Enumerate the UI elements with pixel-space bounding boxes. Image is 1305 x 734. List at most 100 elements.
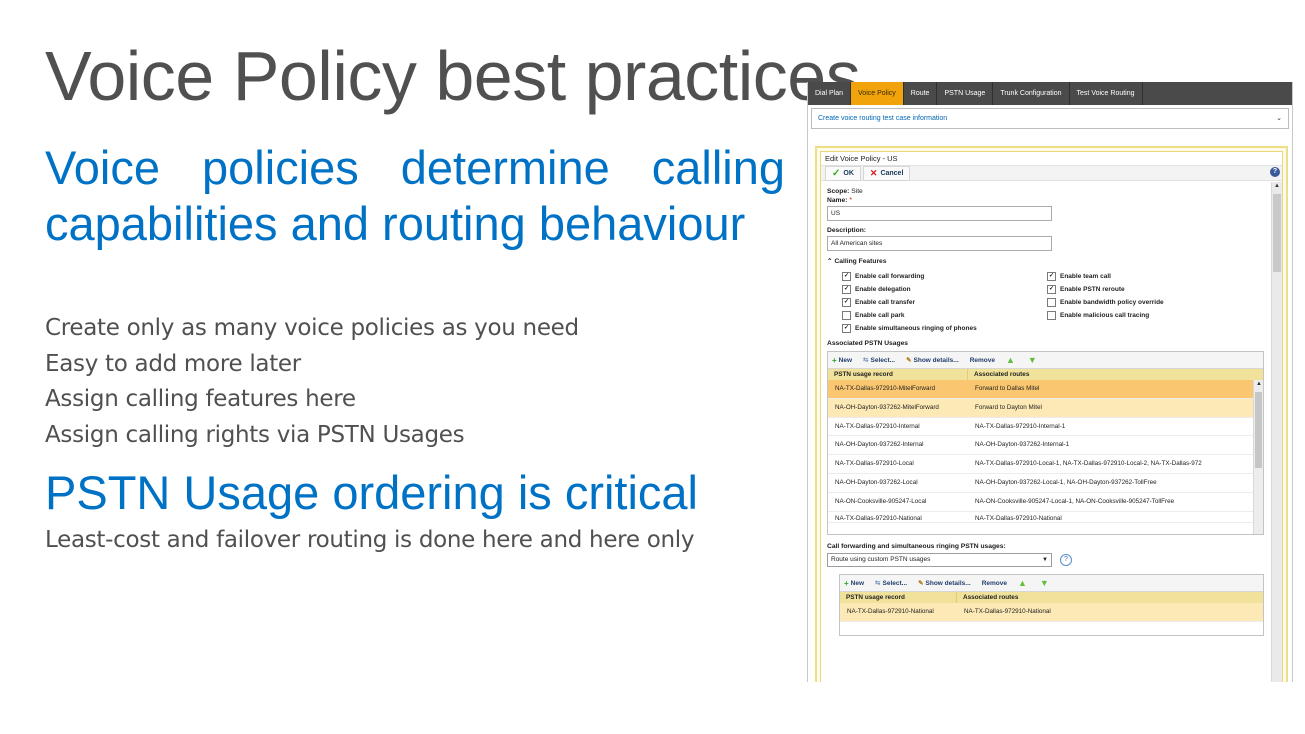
table-row[interactable]: NA-ON-Cooksville-905247-Local NA-ON-Cooks… [828,493,1253,512]
column-header-usage[interactable]: PSTN usage record [828,369,968,380]
table-row[interactable]: NA-TX-Dallas-972910-MitelForward Forward … [828,380,1253,399]
feature-call-transfer[interactable]: ✓ Enable call transfer [842,298,1047,307]
plus-icon: + [844,578,849,588]
checkbox-checked[interactable]: ✓ [1047,272,1056,281]
feature-team-call[interactable]: ✓ Enable team call [1047,272,1247,281]
test-case-selector[interactable]: Create voice routing test case informati… [811,108,1289,129]
show-details-label: Show details... [913,356,959,364]
tab-pstn-usage[interactable]: PSTN Usage [937,82,994,105]
table-row[interactable]: NA-TX-Dallas-972910-Local NA-TX-Dallas-97… [828,455,1253,474]
tab-test-voice-routing[interactable]: Test Voice Routing [1070,82,1143,105]
table-row[interactable]: NA-OH-Dayton-937262-Local NA-OH-Dayton-93… [828,474,1253,493]
move-up-icon[interactable]: ▲ [1018,578,1027,588]
checkbox-checked[interactable]: ✓ [1047,285,1056,294]
select-button[interactable]: ⇆ Select... [863,356,895,365]
tab-voice-policy[interactable]: Voice Policy [851,82,904,105]
checkbox-unchecked[interactable] [1047,298,1056,307]
cell-usage: NA-OH-Dayton-937262-MitelForward [835,403,939,411]
column-header-routes[interactable]: Associated routes [957,592,1263,603]
forwarding-grid-header: PSTN usage record Associated routes [840,592,1263,603]
close-icon: ✕ [869,167,878,178]
feature-bandwidth-override[interactable]: Enable bandwidth policy override [1047,298,1247,307]
cell-usage: NA-TX-Dallas-972910-Internal [835,422,920,430]
checkbox-checked[interactable]: ✓ [842,298,851,307]
new-button[interactable]: + New [832,356,852,365]
cell-usage: NA-TX-Dallas-972910-Local [835,460,914,468]
move-down-icon[interactable]: ▼ [1040,578,1049,588]
help-icon[interactable]: ? [1059,554,1072,566]
feature-label: Enable delegation [855,286,911,293]
ok-button-label: OK [843,169,854,177]
cell-usage: NA-TX-Dallas-972910-National [835,514,922,522]
feature-label: Enable call forwarding [855,273,925,280]
cell-routes: NA-TX-Dallas-972910-Local-1, NA-TX-Dalla… [975,460,1202,468]
scrollbar-thumb[interactable] [1255,392,1262,468]
feature-pstn-reroute[interactable]: ✓ Enable PSTN reroute [1047,285,1247,294]
column-header-usage[interactable]: PSTN usage record [840,592,957,603]
associated-usages-grid: + New ⇆ Select... ✎ Show details... Remove … [827,351,1264,535]
bullet-item: Easy to add more later [45,350,301,377]
chevron-down-icon: ⌄ [1276,115,1282,122]
voice-routing-tabs: Dial Plan Voice Policy Route PSTN Usage … [808,82,1292,105]
table-row[interactable]: NA-OH-Dayton-937262-Internal NA-OH-Dayton… [828,436,1253,456]
feature-delegation[interactable]: ✓ Enable delegation [842,285,1047,294]
move-up-icon[interactable]: ▲ [1006,355,1015,365]
new-button-label: New [838,356,853,364]
table-row[interactable]: NA-TX-Dallas-972910-National NA-TX-Dallas… [840,603,1263,622]
table-row[interactable]: NA-OH-Dayton-937262-MitelForward Forward … [828,398,1253,418]
remove-button[interactable]: Remove [982,580,1007,587]
edit-title: Edit Voice Policy - US [821,152,1282,165]
usages-scrollbar[interactable]: ▲ [1253,380,1263,534]
forwarding-toolbar: + New ⇆ Select... ✎ Show details... Remove … [840,575,1263,592]
cell-routes: Forward to Dayton Mitel [975,403,1042,411]
checkbox-unchecked[interactable] [1047,311,1056,320]
name-field[interactable]: US [827,206,1052,221]
show-details-button[interactable]: ✎ Show details... [906,356,959,365]
feature-malicious-call-tracing[interactable]: Enable malicious call tracing [1047,311,1247,320]
table-row[interactable]: NA-TX-Dallas-972910-Internal NA-TX-Dallas… [828,418,1253,437]
edit-voice-policy-frame: Edit Voice Policy - US ✓ OK ✕ Cancel ? S… [815,146,1288,682]
checkbox-unchecked[interactable] [842,311,851,320]
checkbox-checked[interactable]: ✓ [842,285,851,294]
remove-button[interactable]: Remove [970,357,995,364]
form-scrollbar[interactable]: ▲ [1271,182,1282,682]
forwarding-usages-dropdown[interactable]: Route using custom PSTN usages ▼ [827,553,1052,567]
checkbox-checked[interactable]: ✓ [842,324,851,333]
table-row[interactable]: NA-TX-Dallas-972910-National NA-TX-Dallas… [828,512,1253,523]
ok-button[interactable]: ✓ OK [825,165,861,181]
cell-routes: NA-OH-Dayton-937262-Internal-1 [975,441,1070,449]
cancel-button[interactable]: ✕ Cancel [862,165,911,181]
voice-routing-panel: Dial Plan Voice Policy Route PSTN Usage … [807,82,1293,682]
cancel-button-label: Cancel [880,169,904,177]
pencil-icon: ✎ [918,580,924,587]
calling-features-header[interactable]: ⌃ Calling Features [827,257,1264,265]
feature-call-forwarding[interactable]: ✓ Enable call forwarding [842,272,1047,281]
scroll-up-icon[interactable]: ▲ [1274,183,1280,189]
feature-label: Enable malicious call tracing [1060,312,1150,319]
new-button[interactable]: + New [844,579,864,588]
heading-voice-policies: Voice policies determine calling capabil… [45,141,785,250]
show-details-button[interactable]: ✎ Show details... [918,579,971,588]
forwarding-dropdown-value: Route using custom PSTN usages [831,556,931,563]
checkbox-checked[interactable]: ✓ [842,272,851,281]
chevron-up-icon: ⌃ [827,258,833,265]
scrollbar-thumb[interactable] [1273,194,1281,272]
feature-simultaneous-ringing[interactable]: ✓ Enable simultaneous ringing of phones [842,324,1047,333]
tab-trunk-configuration[interactable]: Trunk Configuration [993,82,1070,105]
help-icon[interactable]: ? [1270,167,1280,177]
feature-label: Enable bandwidth policy override [1060,299,1164,306]
description-field[interactable]: All American sites [827,236,1052,251]
column-header-routes[interactable]: Associated routes [968,369,1263,380]
move-down-icon[interactable]: ▼ [1028,355,1037,365]
tab-dial-plan[interactable]: Dial Plan [808,82,852,105]
feature-call-park[interactable]: Enable call park [842,311,1047,320]
select-button-label: Select... [882,579,908,587]
scroll-up-icon[interactable]: ▲ [1256,381,1262,387]
feature-label: Enable PSTN reroute [1060,286,1125,293]
cell-usage: NA-OH-Dayton-937262-Local [835,478,918,486]
tab-route[interactable]: Route [904,82,938,105]
dropdown-arrow-icon: ▼ [1042,557,1048,563]
calling-features-label: Calling Features [834,258,887,265]
select-button[interactable]: ⇆ Select... [875,579,908,588]
feature-label: Enable simultaneous ringing of phones [855,325,977,332]
